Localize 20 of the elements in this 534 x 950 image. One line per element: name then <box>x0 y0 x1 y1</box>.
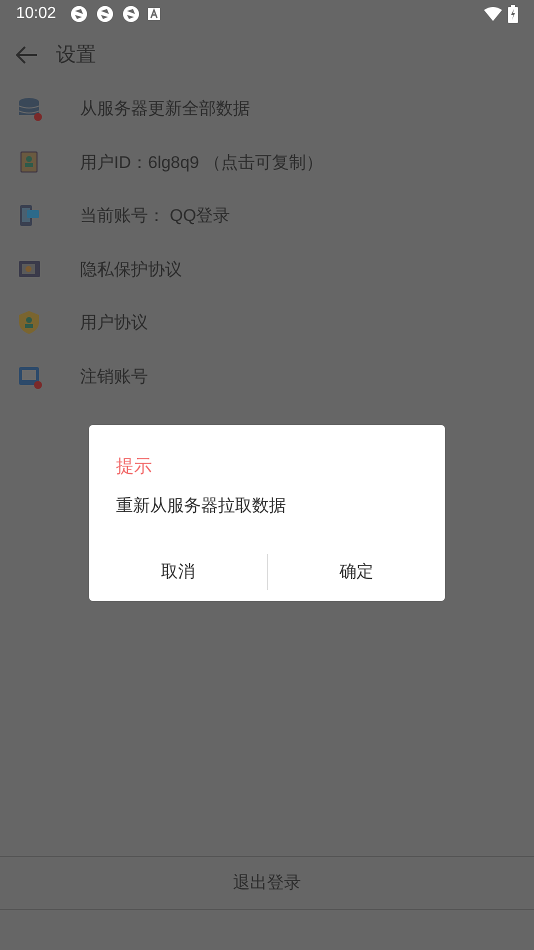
aperture-icon <box>70 5 88 23</box>
settings-item[interactable]: 当前账号： QQ登录 <box>0 189 534 243</box>
battery-icon <box>508 5 518 23</box>
database-icon <box>17 96 43 122</box>
wifi-icon <box>484 7 502 21</box>
settings-item[interactable]: 用户ID：6lg8q9 （点击可复制） <box>0 136 534 190</box>
dialog-title: 提示 <box>116 455 153 478</box>
settings-item[interactable]: 用户协议 <box>0 296 534 350</box>
back-arrow-icon[interactable] <box>16 46 38 64</box>
settings-item[interactable]: 注销账号 <box>0 350 534 404</box>
aperture-icon <box>96 5 114 23</box>
settings-item[interactable]: 从服务器更新全部数据 <box>0 82 534 136</box>
status-time: 10:02 <box>16 4 56 24</box>
dialog-button[interactable]: 取消 <box>89 553 266 591</box>
aperture-icon <box>122 5 140 23</box>
dialog-message: 重新从服务器拉取数据 <box>116 495 287 517</box>
settings-item[interactable]: 隐私保护协议 <box>0 242 534 296</box>
logout-button[interactable]: 退出登录 <box>217 862 317 904</box>
page-title: 设置 <box>56 43 96 68</box>
dialog-button[interactable]: 确定 <box>268 553 445 591</box>
